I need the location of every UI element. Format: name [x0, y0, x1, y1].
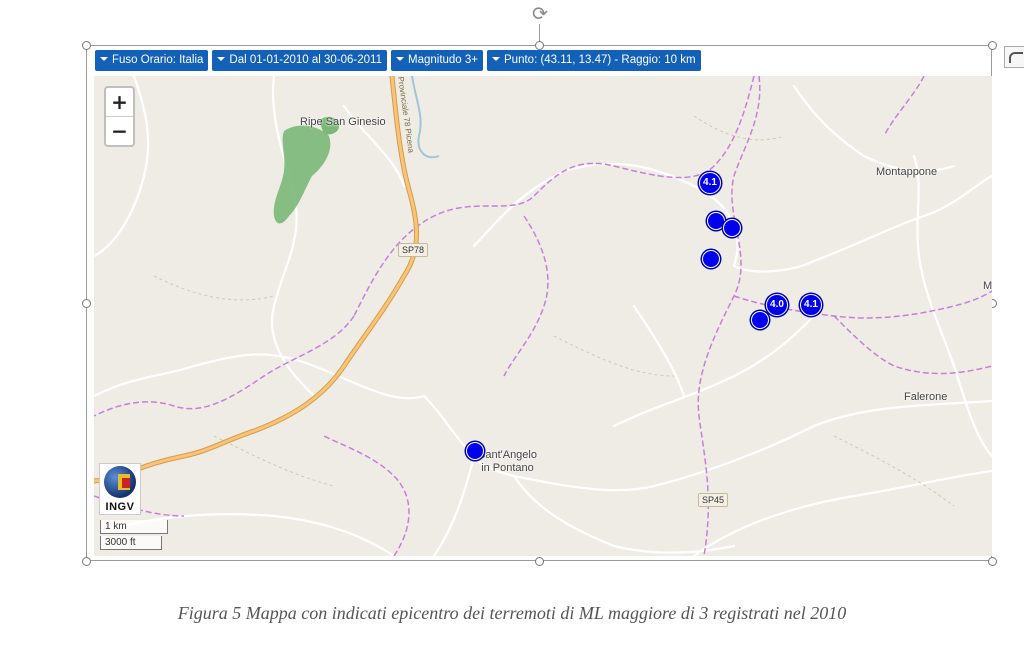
- map-canvas[interactable]: [94, 76, 992, 556]
- earthquake-marker[interactable]: [751, 311, 769, 329]
- point-radius-filter-button[interactable]: Punto: (43.11, 13.47) - Raggio: 10 km: [487, 50, 701, 71]
- globe-icon: [104, 466, 136, 498]
- resize-handle-br[interactable]: [988, 557, 997, 566]
- resize-handle-tm[interactable]: [535, 41, 544, 50]
- place-label-falerone: Falerone: [904, 391, 948, 403]
- road-shield-sp78: SP78: [398, 243, 429, 257]
- earthquake-marker[interactable]: 4.1: [699, 172, 721, 194]
- caret-down-icon: [492, 56, 501, 61]
- filter-toolbar: Fuso Orario: Italia Dal 01-01-2010 al 30…: [95, 50, 701, 71]
- earthquake-marker[interactable]: 4.1: [800, 294, 822, 316]
- resize-handle-bm[interactable]: [535, 557, 544, 566]
- magnitude-filter-button[interactable]: Magnitudo 3+: [391, 50, 484, 71]
- caret-down-icon: [100, 56, 108, 61]
- earthquake-marker[interactable]: 4.0: [766, 294, 788, 316]
- place-label-ripe-san-ginesio: Ripe San Ginesio: [300, 116, 386, 128]
- caret-down-icon: [396, 56, 404, 61]
- zoom-control: + −: [104, 86, 135, 147]
- resize-handle-tr[interactable]: [988, 41, 997, 50]
- date-range-filter-button[interactable]: Dal 01-01-2010 al 30-06-2011: [212, 50, 387, 71]
- ingv-logo: INGV: [99, 463, 141, 515]
- earthquake-marker[interactable]: [723, 219, 741, 237]
- resize-handle-tl[interactable]: [82, 41, 91, 50]
- road-shield-sp45: SP45: [698, 493, 729, 507]
- resize-handle-bl[interactable]: [82, 557, 91, 566]
- zoom-out-button[interactable]: −: [106, 117, 133, 145]
- rotate-handle-icon[interactable]: ⟳: [529, 3, 551, 25]
- resize-handle-ml[interactable]: [82, 299, 91, 308]
- timezone-filter-button[interactable]: Fuso Orario: Italia: [95, 50, 209, 71]
- earthquake-marker[interactable]: [702, 250, 720, 268]
- zoom-in-button[interactable]: +: [106, 88, 133, 117]
- place-label-edge-m: M: [983, 280, 993, 292]
- map-basemap: [94, 76, 992, 556]
- scale-bar-km: 1 km: [100, 520, 168, 534]
- place-label-santangelo-in-pontano: Sant'Angelo in Pontano: [478, 449, 537, 474]
- earthquake-marker[interactable]: [466, 442, 484, 460]
- caret-down-icon: [217, 56, 226, 61]
- scale-bar-ft: 3000 ft: [100, 536, 162, 550]
- place-label-montappone: Montappone: [876, 166, 938, 178]
- figure-caption: Figura 5 Mappa con indicati epicentro de…: [177, 603, 847, 623]
- layout-options-icon[interactable]: [1004, 46, 1024, 68]
